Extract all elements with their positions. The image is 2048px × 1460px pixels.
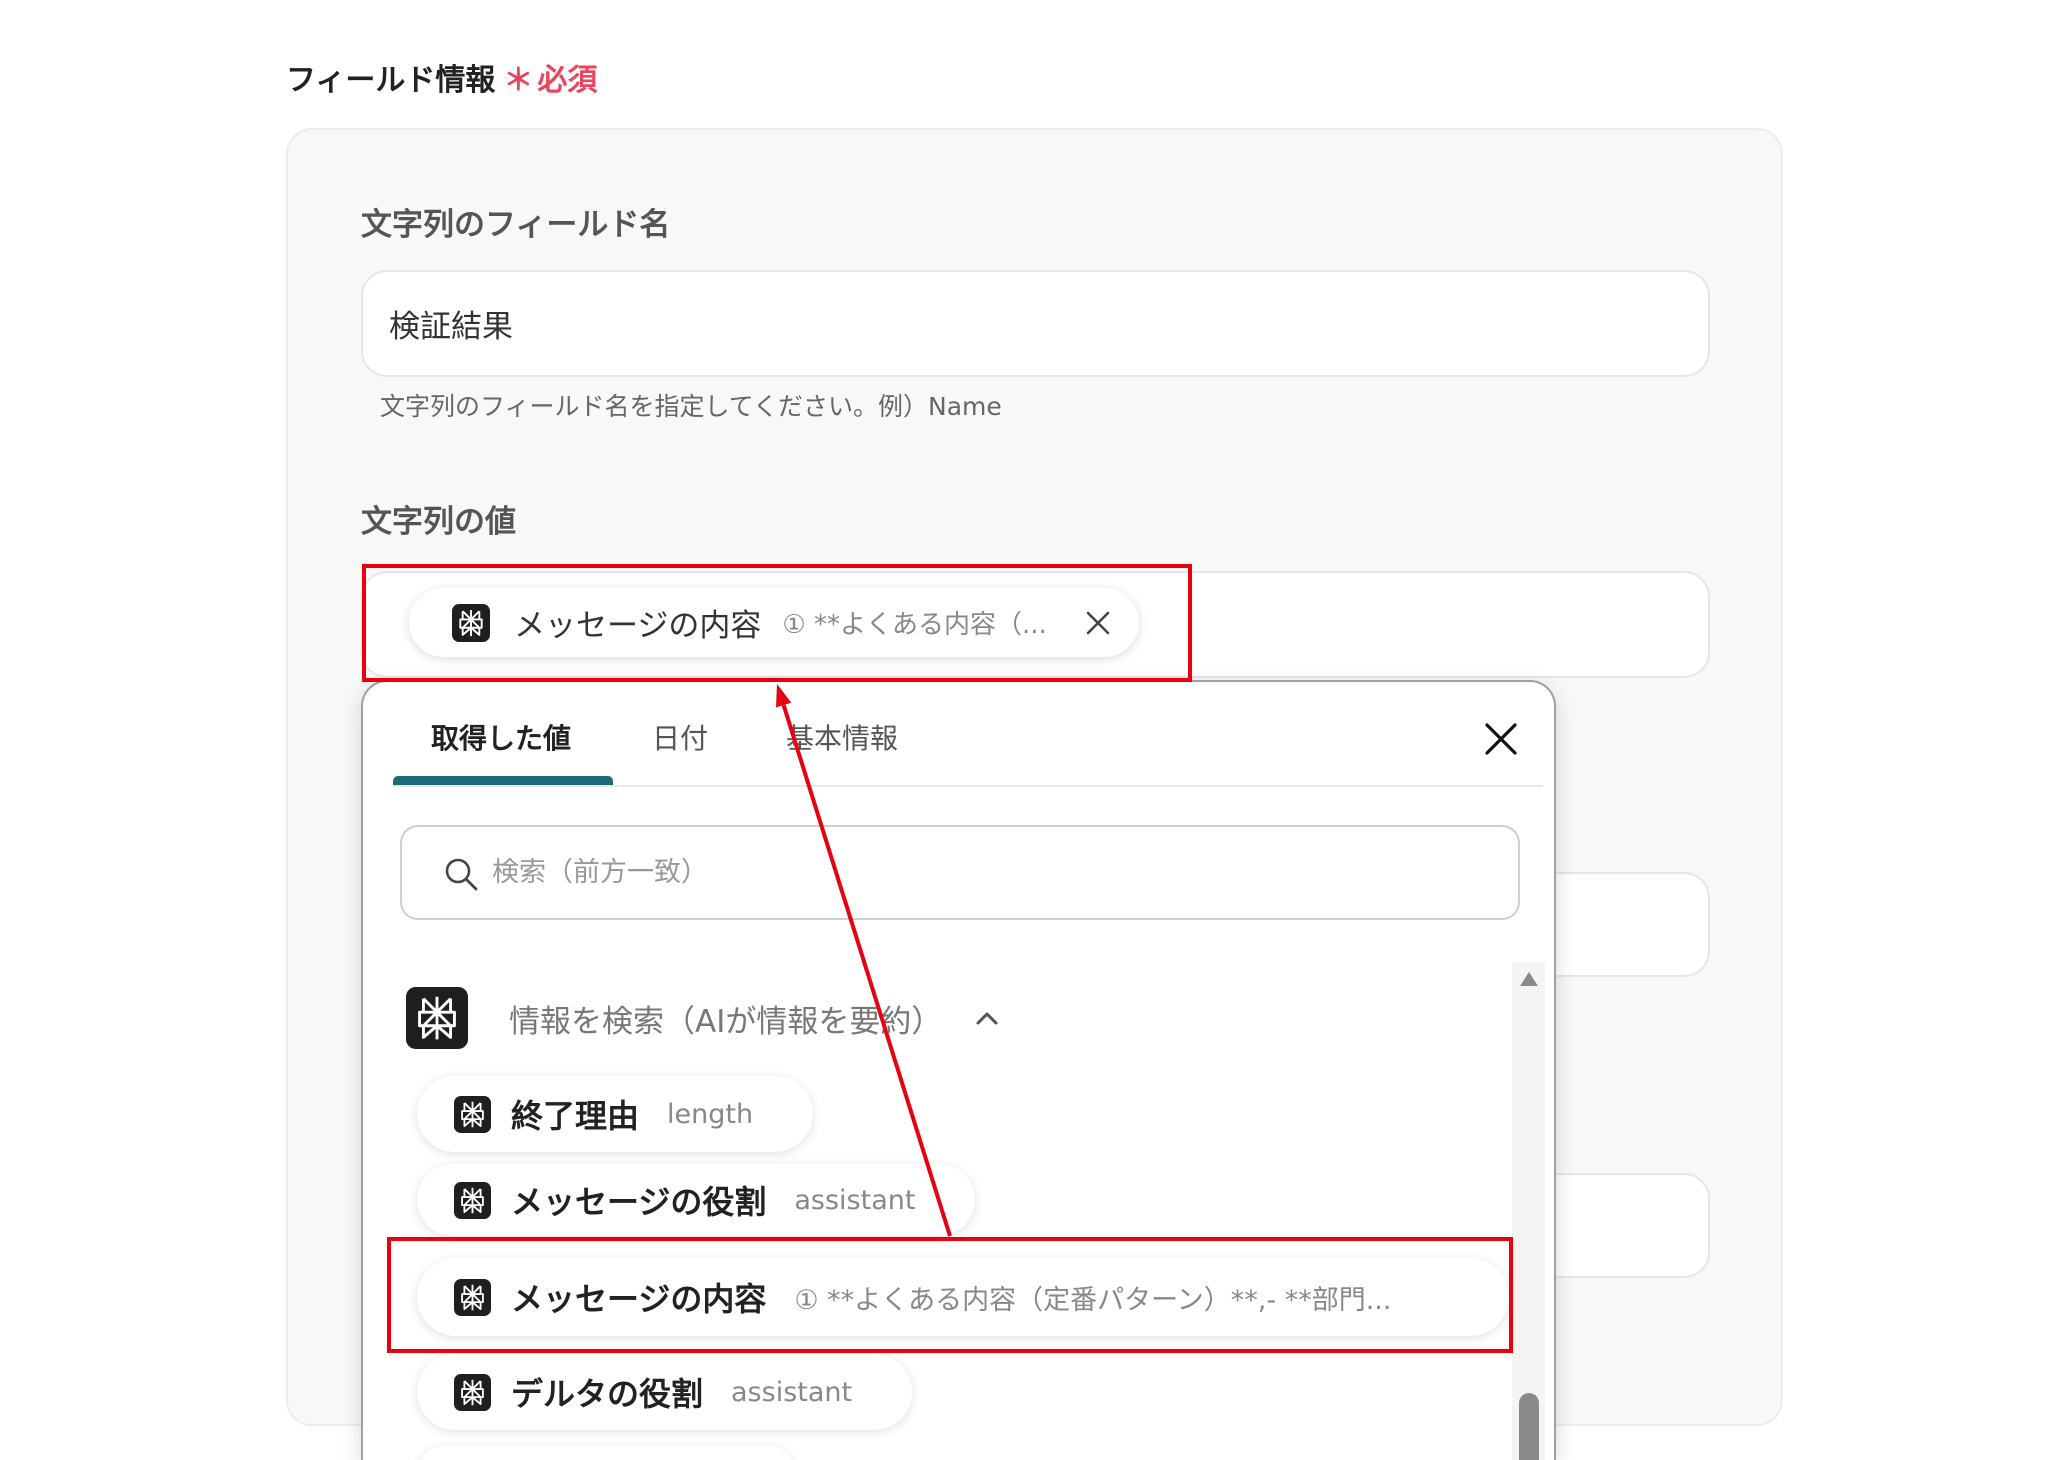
perplexity-icon [406, 987, 468, 1049]
annotation-highlight-chip [362, 564, 1192, 682]
section-title: フィールド情報＊必須 [286, 62, 597, 100]
annotation-highlight-item [387, 1237, 1513, 1353]
tab-fetched-values[interactable]: 取得した値 [431, 720, 571, 758]
perplexity-icon [454, 1095, 491, 1133]
item-label: デルタの役割 [511, 1375, 704, 1413]
close-icon[interactable] [1483, 721, 1519, 757]
active-tab-indicator [393, 776, 613, 785]
scrollbar[interactable] [1512, 962, 1545, 1460]
search-box [400, 825, 1520, 920]
tab-divider [393, 785, 1543, 787]
list-item[interactable]: メッセージの役割 assistant [417, 1164, 976, 1236]
field-name-input[interactable] [361, 270, 1710, 377]
list-item-partial[interactable] [417, 1445, 796, 1460]
item-value: assistant [794, 1184, 916, 1216]
item-label: 終了理由 [511, 1097, 640, 1135]
list-item[interactable]: デルタの役割 assistant [417, 1354, 913, 1430]
tab-basic-info[interactable]: 基本情報 [786, 720, 898, 758]
required-label: 必須 [537, 63, 598, 98]
item-value: length [667, 1098, 754, 1130]
field-name-label: 文字列のフィールド名 [361, 207, 671, 243]
field-value-label: 文字列の値 [361, 504, 516, 540]
chevron-up-icon[interactable] [972, 1003, 1002, 1033]
group-title: 情報を検索（AIが情報を要約） [509, 1003, 943, 1040]
group-header[interactable]: 情報を検索（AIが情報を要約） [406, 986, 1002, 1050]
field-name-help: 文字列のフィールド名を指定してください。例）Name [380, 392, 1002, 421]
search-icon [445, 858, 478, 891]
required-mark: ＊ [503, 63, 534, 98]
section-title-text: フィールド情報 [286, 63, 496, 98]
search-input[interactable] [492, 827, 1492, 918]
scroll-up-arrow-icon[interactable] [1520, 972, 1538, 986]
item-value: assistant [731, 1376, 853, 1408]
list-item[interactable]: 終了理由 length [417, 1076, 814, 1152]
item-label: メッセージの役割 [511, 1183, 767, 1221]
scrollbar-thumb[interactable] [1519, 1393, 1539, 1460]
perplexity-icon [454, 1181, 491, 1219]
tab-date[interactable]: 日付 [652, 720, 708, 758]
perplexity-icon [454, 1373, 491, 1411]
